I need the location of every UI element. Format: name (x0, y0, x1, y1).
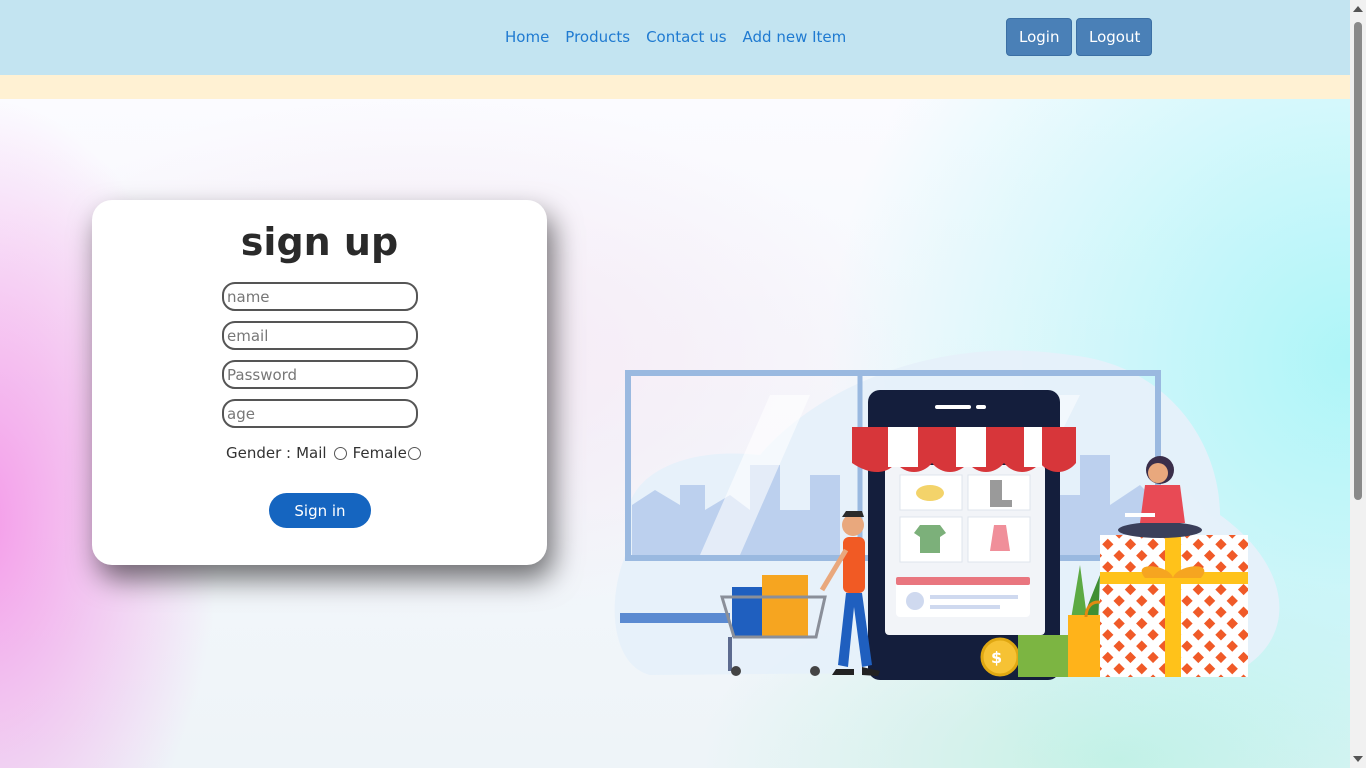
svg-text:$: $ (991, 648, 1002, 667)
email-input[interactable] (222, 321, 418, 350)
scroll-thumb[interactable] (1354, 22, 1362, 500)
gender-mail-radio[interactable] (333, 446, 347, 460)
nav-link-add-item[interactable]: Add new Item (735, 27, 855, 47)
logout-button[interactable]: Logout (1076, 18, 1152, 56)
signup-card: sign up Gender : Mail Female Sign in (92, 200, 547, 565)
gender-group: Gender : Mail Female (226, 444, 421, 462)
nav-link-products[interactable]: Products (557, 27, 638, 47)
gender-option-female-label: Female (352, 444, 407, 462)
sign-in-button[interactable]: Sign in (269, 493, 371, 528)
banner-strip (0, 75, 1350, 99)
name-input[interactable] (222, 282, 418, 311)
page-scrollbar[interactable] (1350, 0, 1366, 768)
navbar: Home Products Contact us Add new Item Lo… (0, 0, 1350, 75)
login-button[interactable]: Login (1006, 18, 1072, 56)
shopping-illustration-svg: $ (614, 350, 1280, 680)
age-input[interactable] (222, 399, 418, 428)
form-title: sign up (240, 220, 399, 264)
nav-links: Home Products Contact us Add new Item (497, 27, 854, 47)
scroll-up-icon[interactable] (1353, 6, 1363, 12)
scroll-down-icon[interactable] (1353, 756, 1363, 762)
nav-link-home[interactable]: Home (497, 27, 557, 47)
nav-link-contact[interactable]: Contact us (638, 27, 734, 47)
gender-female-radio[interactable] (407, 446, 421, 460)
gender-label: Gender : (226, 444, 292, 462)
password-input[interactable] (222, 360, 418, 389)
online-shopping-illustration: $ (610, 335, 1290, 689)
gender-option-mail-label: Mail (296, 444, 327, 462)
